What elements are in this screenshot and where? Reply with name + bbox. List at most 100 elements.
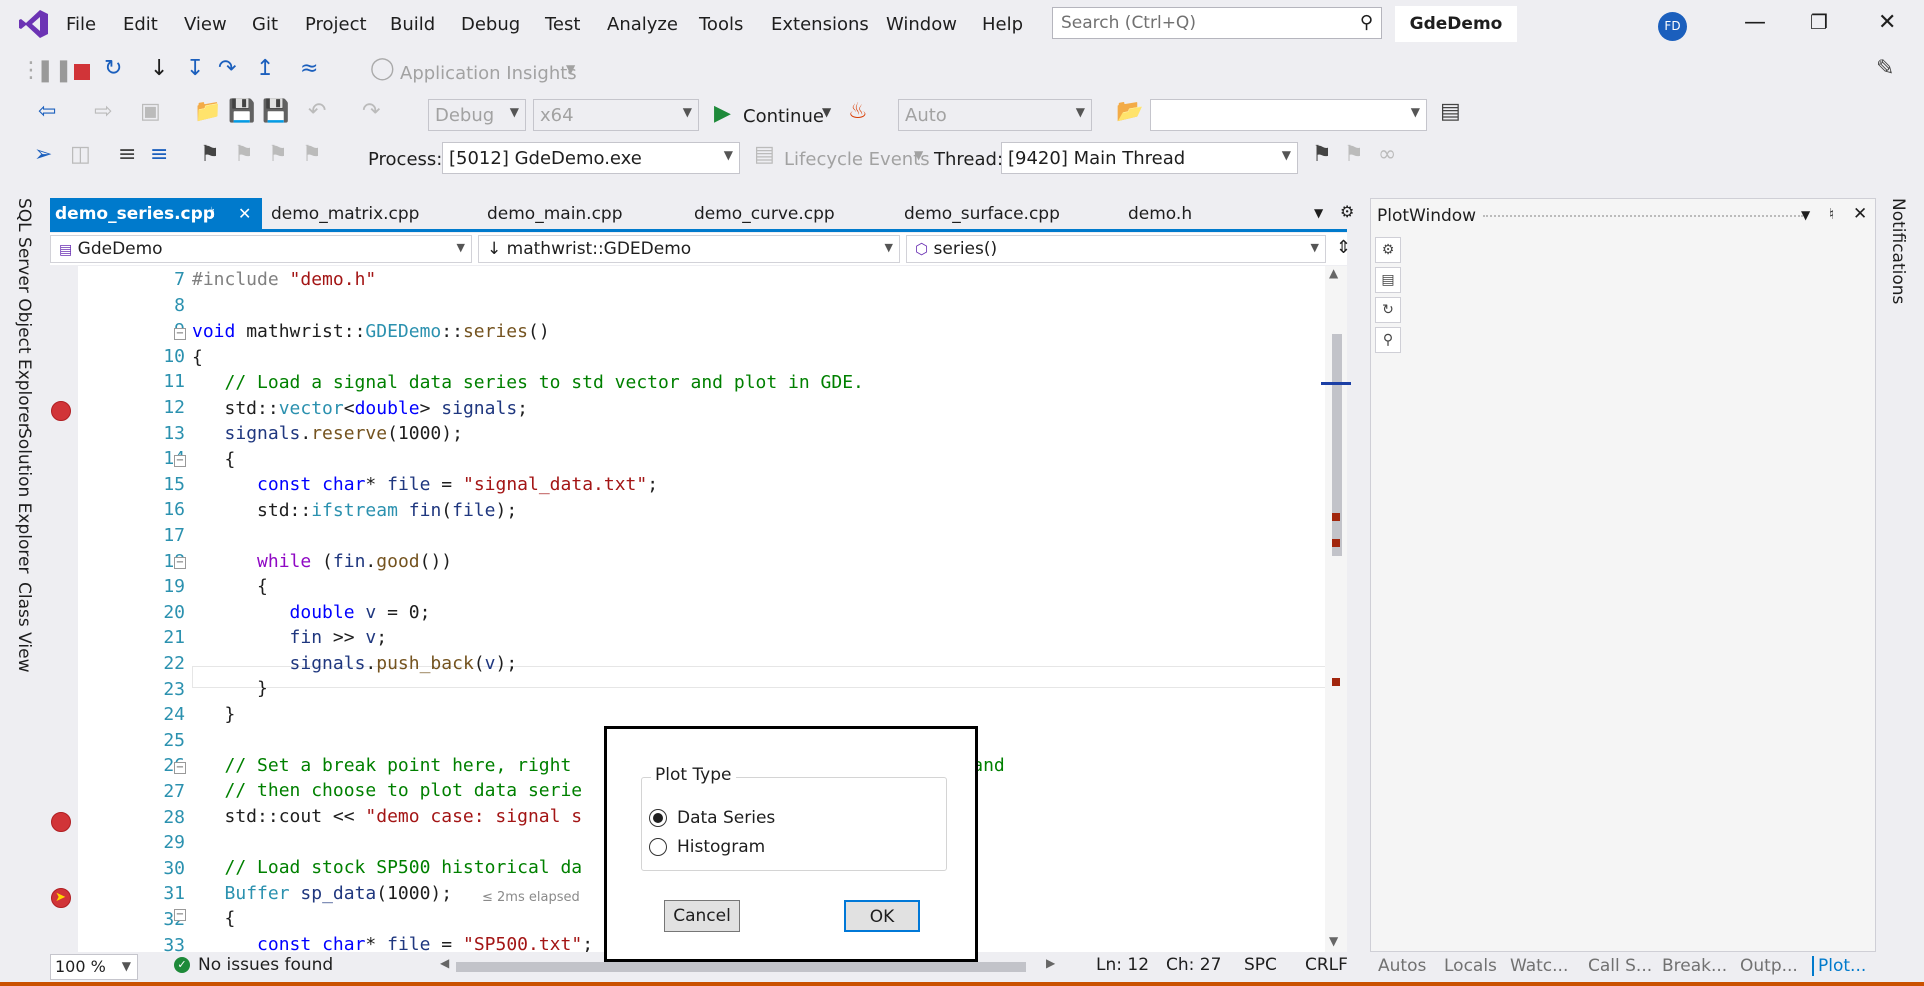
zoom-icon[interactable]: ⚲ [1375,327,1401,353]
thread-dropdown[interactable]: [9420] Main Thread ▼ [1001,142,1298,174]
compare-icon[interactable]: ◫ [70,142,91,167]
new-project-icon[interactable]: ▣ [140,99,161,124]
menu-build[interactable]: Build [390,14,435,35]
flag-threads-icon[interactable]: ⚑ [1344,142,1364,167]
pin-icon[interactable]: ♮ [1829,205,1834,223]
prev-bookmark-icon[interactable]: ⚑ [234,142,254,167]
scope-dropdown[interactable]: ↓ mathwrist::GDEDemo ▼ [478,235,900,263]
chevron-down-icon[interactable]: ▼ [822,105,831,119]
tab-demo-main[interactable]: demo_main.cpp [482,198,628,230]
indent-icon[interactable]: ≡ [118,142,136,167]
avatar[interactable]: FD [1658,12,1687,41]
menu-project[interactable]: Project [305,14,367,35]
auto-dropdown[interactable]: Auto ▼ [898,99,1092,131]
notifications-tab[interactable]: Notifications [1888,198,1908,304]
breakpoint-icon[interactable] [51,812,71,832]
member-dropdown[interactable]: ⬡ series() ▼ [906,235,1326,263]
cancel-button[interactable]: Cancel [664,900,740,932]
menu-extensions[interactable]: Extensions [771,14,869,35]
tab-autos[interactable]: Autos [1378,956,1426,976]
scroll-up-icon[interactable]: ▲ [1329,266,1338,280]
menu-test[interactable]: Test [545,14,580,35]
continue-button[interactable]: Continue [743,106,824,127]
column-indicator[interactable]: Ch: 27 [1166,955,1221,975]
menu-view[interactable]: View [184,14,227,35]
horizontal-scroll-thumb[interactable] [456,962,1026,972]
minimize-icon[interactable]: — [1744,10,1766,35]
hot-reload-fire-icon[interactable]: ♨ [848,99,868,124]
open-folder-icon[interactable]: 📁 [194,99,221,124]
flag-icon[interactable]: ⚑ [1312,142,1332,167]
close-icon[interactable]: ✕ [1878,10,1896,35]
hot-reload-icon[interactable]: ≈ [300,56,318,81]
step-into-icon[interactable]: ↧ [186,56,204,81]
tab-overflow-icon[interactable]: ▼ [1314,206,1323,220]
tab-demo-h[interactable]: demo.h [1123,198,1197,230]
tab-call-stack[interactable]: Call S... [1588,956,1652,976]
comment-icon[interactable]: ≡ [150,142,168,167]
current-statement-icon[interactable]: ➤ [51,888,71,908]
next-bookmark-icon[interactable]: ⚑ [268,142,288,167]
class-view-tab[interactable]: Class View [14,582,34,672]
clear-bookmarks-icon[interactable]: ⚑ [302,142,322,167]
restart-icon[interactable]: ↻ [104,56,122,81]
tab-demo-series[interactable]: demo_series.cpp ♮ ✕ [50,198,262,230]
application-insights[interactable]: Application Insights [400,63,577,84]
split-icon[interactable]: ⇕ [1336,237,1351,258]
scroll-left-icon[interactable]: ◀ [440,956,449,970]
data-series-label[interactable]: Data Series [677,808,775,828]
pin-icon[interactable]: ♮ [210,205,215,221]
close-icon[interactable]: ✕ [238,204,251,223]
menu-help[interactable]: Help [982,14,1023,35]
menu-git[interactable]: Git [252,14,278,35]
tab-locals[interactable]: Locals [1444,956,1497,976]
save-all-icon[interactable]: 💾 [262,99,289,124]
spacing-indicator[interactable]: SPC [1244,955,1277,975]
layout-icon[interactable]: ▤ [1440,99,1461,124]
configuration-dropdown[interactable]: Debug ▼ [428,99,526,131]
search-box[interactable]: Search (Ctrl+Q) ⚲ [1052,7,1382,39]
bookmark-icon[interactable]: ⚑ [200,142,220,167]
solution-explorer-tab[interactable]: Solution Explorer [14,428,34,573]
gear-icon[interactable]: ⚙ [1340,202,1354,221]
data-series-radio[interactable] [649,809,667,827]
scroll-thumb[interactable] [1332,334,1342,556]
close-icon[interactable]: ✕ [1853,204,1867,224]
fold-icon[interactable]: − [174,909,186,921]
histogram-radio[interactable] [649,838,667,856]
menu-analyze[interactable]: Analyze [607,14,678,35]
platform-dropdown[interactable]: x64 ▼ [533,99,699,131]
tab-demo-matrix[interactable]: demo_matrix.cpp [266,198,424,230]
navigate-forward-icon[interactable]: ⇨ [94,99,112,124]
continue-icon[interactable]: ▶ [714,101,731,126]
tab-plot[interactable]: Plot... [1812,956,1866,976]
redo-icon[interactable]: ↷ [362,99,380,124]
lifecycle-events[interactable]: Lifecycle Events [784,149,930,170]
line-ending-indicator[interactable]: CRLF [1305,955,1348,975]
tab-breakpoints[interactable]: Break... [1662,956,1727,976]
ok-button[interactable]: OK [844,900,920,932]
tab-demo-curve[interactable]: demo_curve.cpp [689,198,840,230]
fold-icon[interactable]: − [174,328,186,340]
breakpoint-margin[interactable] [50,266,78,952]
drag-grip[interactable] [1483,215,1803,219]
scroll-down-icon[interactable]: ▼ [1329,934,1338,948]
menu-window[interactable]: Window [886,14,957,35]
settings-icon[interactable]: ⚙ [1375,237,1401,263]
stop-icon[interactable] [74,64,90,80]
scroll-right-icon[interactable]: ▶ [1046,956,1055,970]
find-in-files-icon[interactable]: 📂 [1116,99,1143,124]
menu-tools[interactable]: Tools [699,14,743,35]
show-next-statement-icon[interactable]: ↓ [150,56,168,81]
select-cursor-icon[interactable]: ➢ [34,142,52,167]
sql-server-object-explorer-tab[interactable]: SQL Server Object Explorer [14,198,34,430]
menu-file[interactable]: File [66,14,96,35]
menu-debug[interactable]: Debug [461,14,520,35]
tab-output[interactable]: Outp... [1740,956,1798,976]
stack-frame-icon[interactable]: ∞ [1378,142,1396,167]
fold-icon[interactable]: − [174,762,186,774]
chevron-down-icon[interactable]: ▼ [1801,208,1810,222]
issues-status[interactable]: No issues found [198,955,333,975]
step-out-icon[interactable]: ↥ [256,56,274,81]
project-dropdown[interactable]: ▤ GdeDemo ▼ [50,235,472,263]
